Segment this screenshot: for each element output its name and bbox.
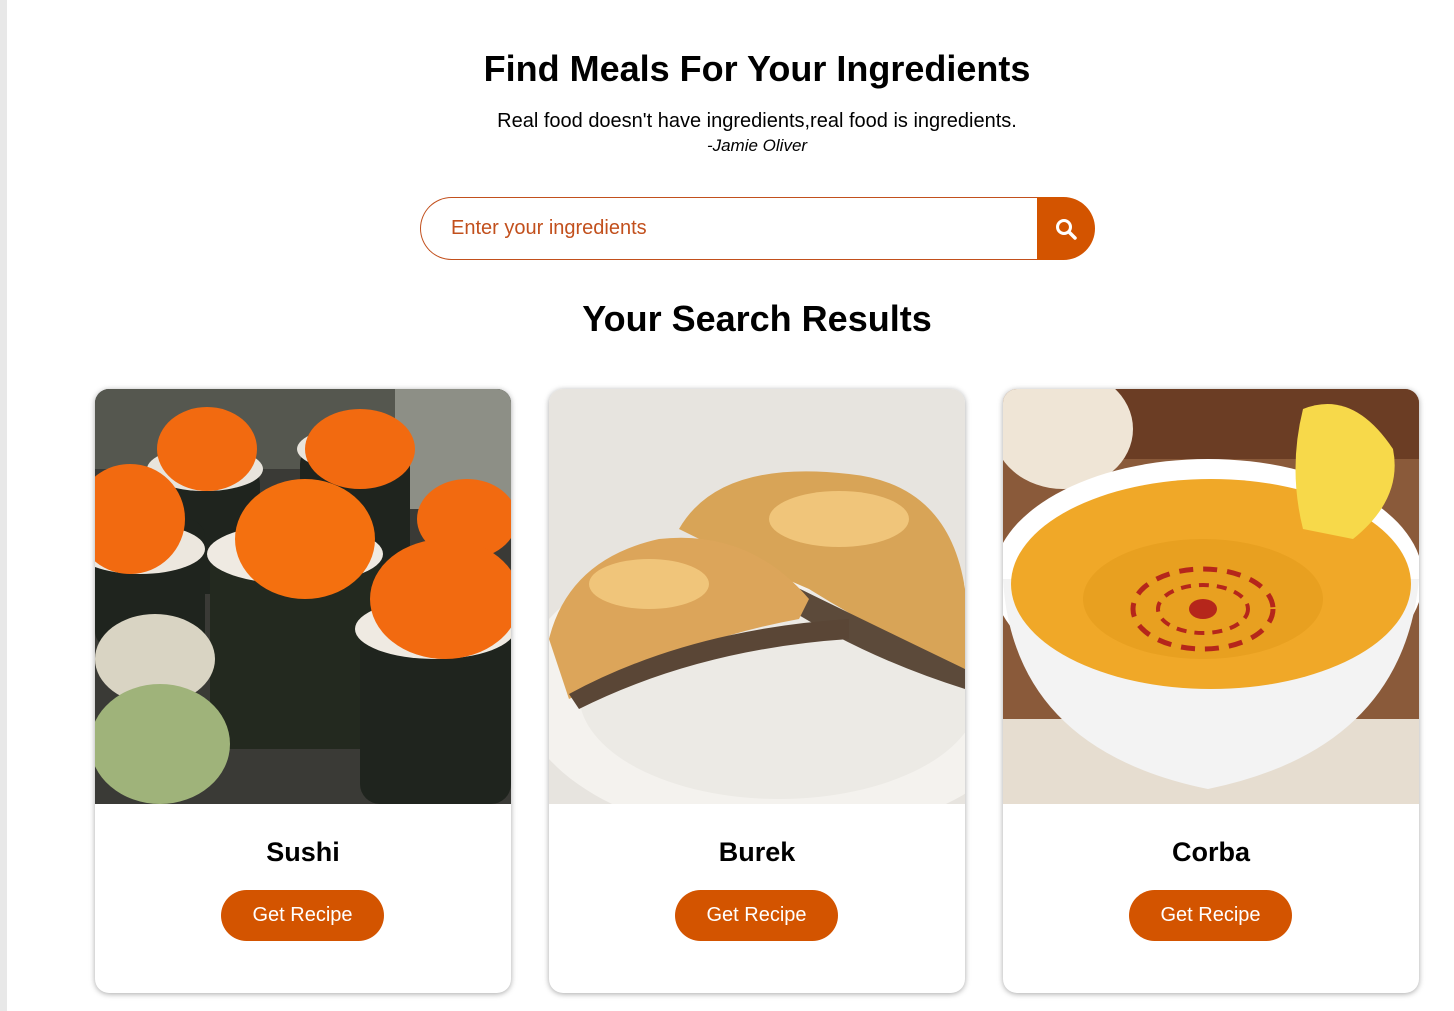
meal-card-corba: Corba Get Recipe — [1003, 389, 1419, 993]
page-title: Find Meals For Your Ingredients — [483, 48, 1031, 89]
meal-name: Sushi — [266, 837, 340, 867]
meal-image-burek — [549, 389, 965, 804]
results-title: Your Search Results — [582, 298, 932, 339]
search-icon — [1054, 217, 1078, 241]
meal-card-sushi: Sushi Get Recipe — [95, 389, 511, 993]
quote-author: -Jamie Oliver — [706, 136, 808, 155]
search-button[interactable] — [1037, 197, 1095, 260]
meal-image-corba — [1003, 389, 1419, 804]
quote-text: Real food doesn't have ingredients,real … — [497, 110, 1017, 132]
meal-name: Corba — [1171, 837, 1250, 867]
get-recipe-button-burek[interactable]: Get Recipe — [675, 890, 838, 941]
meal-card-burek: Burek Get Recipe — [549, 389, 965, 993]
search-bar — [420, 197, 1095, 260]
meal-name: Burek — [718, 837, 796, 867]
get-recipe-button-corba[interactable]: Get Recipe — [1129, 890, 1292, 941]
get-recipe-button-sushi[interactable]: Get Recipe — [221, 890, 384, 941]
search-input[interactable] — [420, 197, 1037, 260]
meal-image-sushi — [95, 389, 511, 804]
